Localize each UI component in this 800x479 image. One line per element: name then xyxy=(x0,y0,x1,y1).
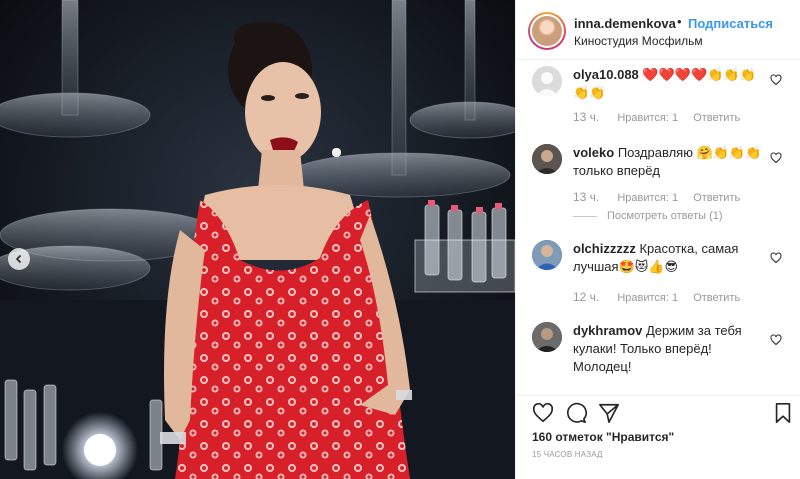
reply-button[interactable]: Ответить xyxy=(693,292,740,304)
comment-username[interactable]: dykhramov xyxy=(573,323,642,338)
post-actions: 160 отметок "Нравится" 15 ЧАСОВ НАЗАД xyxy=(516,395,800,479)
post-side-panel: inna.demenkova • Подписаться Киностудия … xyxy=(515,0,800,479)
avatar[interactable] xyxy=(532,66,562,96)
share-plane-icon[interactable] xyxy=(598,402,620,424)
comment-meta: 13 ч. Нравится: 1 Ответить xyxy=(573,110,752,124)
replies-divider xyxy=(573,215,597,217)
reply-button[interactable]: Ответить xyxy=(693,192,740,204)
post-location[interactable]: Киностудия Мосфильм xyxy=(574,34,703,48)
post-timestamp[interactable]: 15 ЧАСОВ НАЗАД xyxy=(532,450,603,459)
comment-text: olchizzzzz Красотка, самая лучшая🤩😻👍😎 xyxy=(573,240,763,276)
view-replies-label: Посмотреть ответы (1) xyxy=(607,210,723,222)
comment-like-icon[interactable] xyxy=(770,152,782,164)
comment-meta: 13 ч. Нравится: 1 Ответить xyxy=(573,190,752,204)
avatar[interactable] xyxy=(532,144,562,174)
author-username[interactable]: inna.demenkova xyxy=(574,16,676,31)
user-photo-icon xyxy=(532,322,562,352)
view-replies-button[interactable]: Посмотреть ответы (1) xyxy=(573,210,723,222)
chevron-left-icon xyxy=(15,254,22,264)
comment-time: 13 ч. xyxy=(573,110,600,124)
comment-bubble-icon[interactable] xyxy=(565,402,587,424)
post-header: inna.demenkova • Подписаться Киностудия … xyxy=(516,0,800,60)
author-avatar[interactable] xyxy=(528,12,566,50)
avatar[interactable] xyxy=(532,322,562,352)
post-photo[interactable] xyxy=(0,0,515,479)
comment-text: voleko Поздравляю 🤗👏👏👏 только вперёд xyxy=(573,144,763,180)
comment-like-icon[interactable] xyxy=(770,74,782,86)
default-avatar-icon xyxy=(532,66,562,96)
comment-meta: 12 ч. Нравится: 1 Ответить xyxy=(573,290,752,304)
likes-count[interactable]: 160 отметок "Нравится" xyxy=(532,430,674,444)
header-separator: • xyxy=(677,14,682,29)
comment-like-icon[interactable] xyxy=(770,252,782,264)
like-heart-icon[interactable] xyxy=(532,402,554,424)
carousel-prev-button[interactable] xyxy=(8,248,30,270)
comment-text: dykhramov Держим за тебя кулаки! Только … xyxy=(573,322,763,376)
comment-username[interactable]: voleko xyxy=(573,145,614,160)
comment-username[interactable]: olchizzzzz xyxy=(573,241,636,256)
comment-like-icon[interactable] xyxy=(770,334,782,346)
comment-likes[interactable]: Нравится: 1 xyxy=(617,112,678,124)
reply-button[interactable]: Ответить xyxy=(693,112,740,124)
comment-time: 13 ч. xyxy=(573,190,600,204)
user-photo-icon xyxy=(532,240,562,270)
post-image xyxy=(0,0,515,479)
comment-list[interactable]: olya10.088 ❤️❤️❤️❤️👏👏👏👏👏 13 ч. Нравится:… xyxy=(516,60,800,395)
bookmark-icon[interactable] xyxy=(772,402,794,424)
comment-username[interactable]: olya10.088 xyxy=(573,67,639,82)
avatar[interactable] xyxy=(532,240,562,270)
follow-button[interactable]: Подписаться xyxy=(688,16,773,31)
user-photo-icon xyxy=(532,144,562,174)
comment-likes[interactable]: Нравится: 1 xyxy=(617,292,678,304)
comment-text: olya10.088 ❤️❤️❤️❤️👏👏👏👏👏 xyxy=(573,66,763,102)
comment-likes[interactable]: Нравится: 1 xyxy=(617,192,678,204)
comment-time: 12 ч. xyxy=(573,290,600,304)
